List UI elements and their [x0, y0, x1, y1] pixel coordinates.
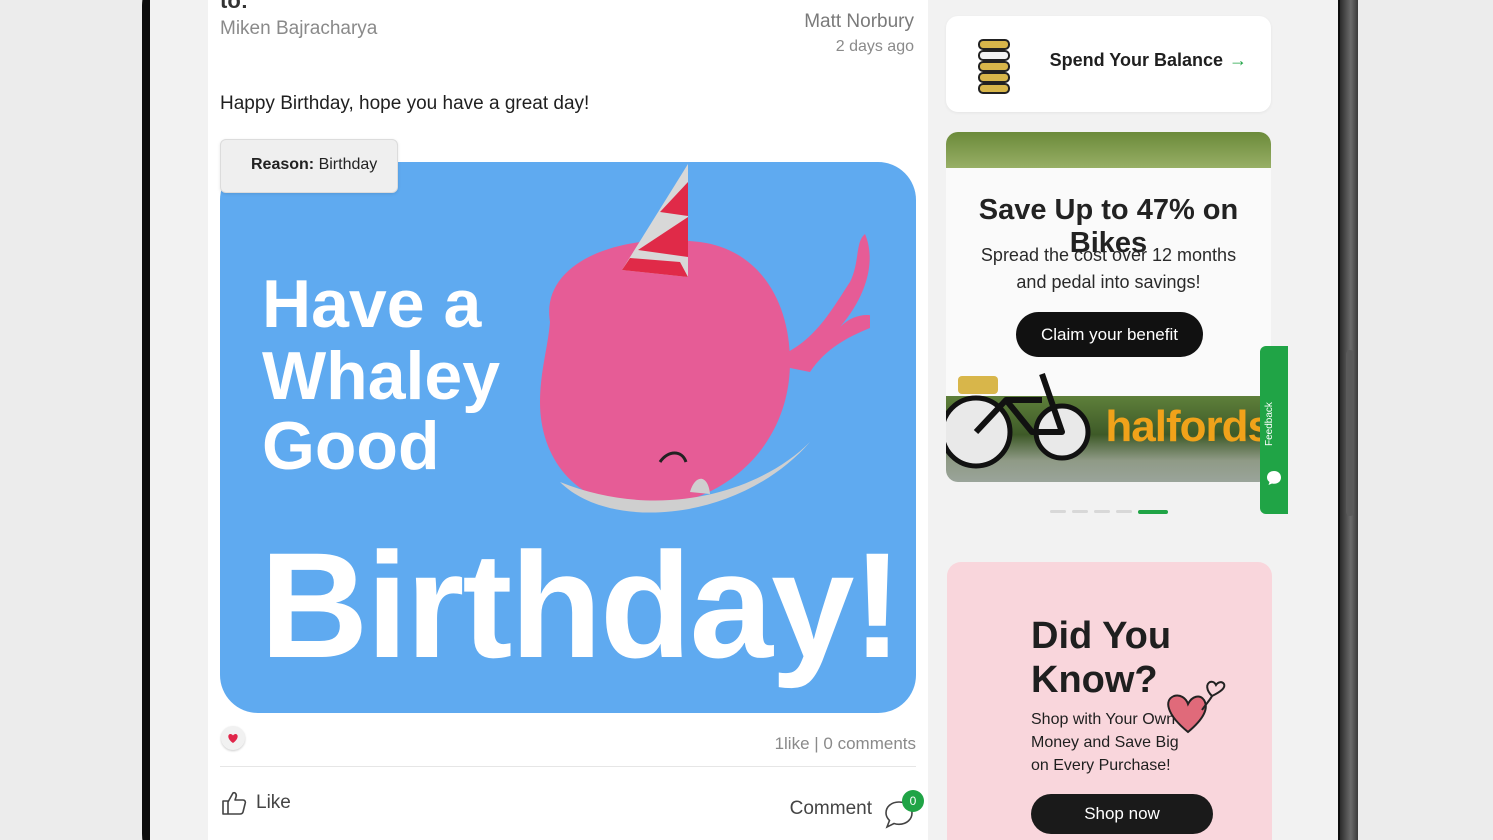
brand-logo: halfords [1105, 402, 1271, 451]
like-button[interactable]: Like [220, 789, 291, 817]
promo-photo-top [946, 132, 1271, 170]
ecard-line-3: Good [262, 408, 440, 484]
did-you-know-title-line-1: Did You [1031, 615, 1172, 657]
did-you-know-text-line-2: Money and Save Big [1031, 734, 1179, 751]
heart-reaction-icon[interactable] [221, 726, 245, 750]
carousel-dot[interactable] [1094, 510, 1110, 513]
post-stats[interactable]: 1like | 0 comments [775, 734, 916, 754]
like-label: Like [256, 792, 291, 813]
thumbs-up-icon [222, 791, 247, 815]
comment-button[interactable]: Comment 0 [789, 790, 924, 829]
ecard-line-2: Whaley [262, 338, 501, 414]
comment-icon-wrap: 0 [882, 790, 924, 829]
carousel-dot[interactable] [1116, 510, 1132, 513]
bicycle-icon [946, 373, 1091, 469]
post-author[interactable]: Matt Norbury [804, 11, 914, 33]
did-you-know-title-line-2: Know? [1031, 659, 1158, 701]
post-timestamp: 2 days ago [835, 38, 914, 55]
device-side-button [1346, 350, 1354, 516]
post-recipient[interactable]: Miken Bajracharya [220, 18, 377, 40]
did-you-know-card: Did You Know? Shop with Your Own Money a… [947, 562, 1272, 840]
reason-badge: Reason: Birthday [220, 139, 398, 193]
promo-carousel-slide[interactable]: Save Up to 47% on Bikes Spread the cost … [946, 132, 1271, 482]
ecard-image: Have a Whaley Good Birthday! [220, 162, 916, 713]
reason-value: Birthday [318, 156, 378, 173]
reason-label: Reason: [251, 156, 315, 173]
spend-balance-link[interactable]: Spend Your Balance → [1050, 50, 1247, 71]
carousel-dot[interactable] [1072, 510, 1088, 513]
carousel-dots [1050, 510, 1168, 514]
feedback-label: Feedback [1264, 402, 1275, 446]
ecard-line-1: Have a [262, 266, 482, 342]
did-you-know-text: Shop with Your Own Money and Save Big on… [1031, 708, 1179, 777]
post-divider [220, 766, 916, 767]
claim-benefit-button[interactable]: Claim your benefit [1016, 312, 1203, 357]
carousel-dot-active[interactable] [1138, 510, 1168, 514]
did-you-know-title: Did You Know? [1031, 614, 1171, 702]
app-screen: to: Miken Bajracharya Matt Norbury 2 day… [150, 0, 1338, 840]
promo-subtitle: Spread the cost over 12 months and pedal… [966, 242, 1251, 296]
ecard-line-4: Birthday! [260, 521, 902, 689]
arrow-right-icon: → [1229, 50, 1247, 70]
chat-bubble-icon [1267, 471, 1281, 485]
comment-label: Comment [789, 798, 872, 819]
feedback-tab[interactable]: Feedback [1260, 346, 1288, 514]
post-header-clipped: to: [220, 0, 249, 13]
feed-post: to: Miken Bajracharya Matt Norbury 2 day… [208, 0, 928, 840]
spend-balance-label: Spend Your Balance [1049, 50, 1223, 70]
shop-now-button[interactable]: Shop now [1031, 794, 1213, 834]
whale-illustration [540, 164, 870, 513]
spend-balance-card[interactable]: Spend Your Balance → [946, 16, 1271, 112]
comment-count-badge: 0 [902, 790, 924, 812]
promo-subtitle-line-1: Spread the cost over 12 months [980, 245, 1237, 265]
post-message: Happy Birthday, hope you have a great da… [220, 93, 590, 114]
did-you-know-text-line-1: Shop with Your Own [1031, 711, 1176, 728]
promo-subtitle-line-2: and pedal into savings! [1016, 272, 1201, 292]
did-you-know-text-line-3: on Every Purchase! [1031, 757, 1171, 774]
carousel-dot[interactable] [1050, 510, 1066, 513]
coin-stack-icon [978, 39, 1010, 94]
